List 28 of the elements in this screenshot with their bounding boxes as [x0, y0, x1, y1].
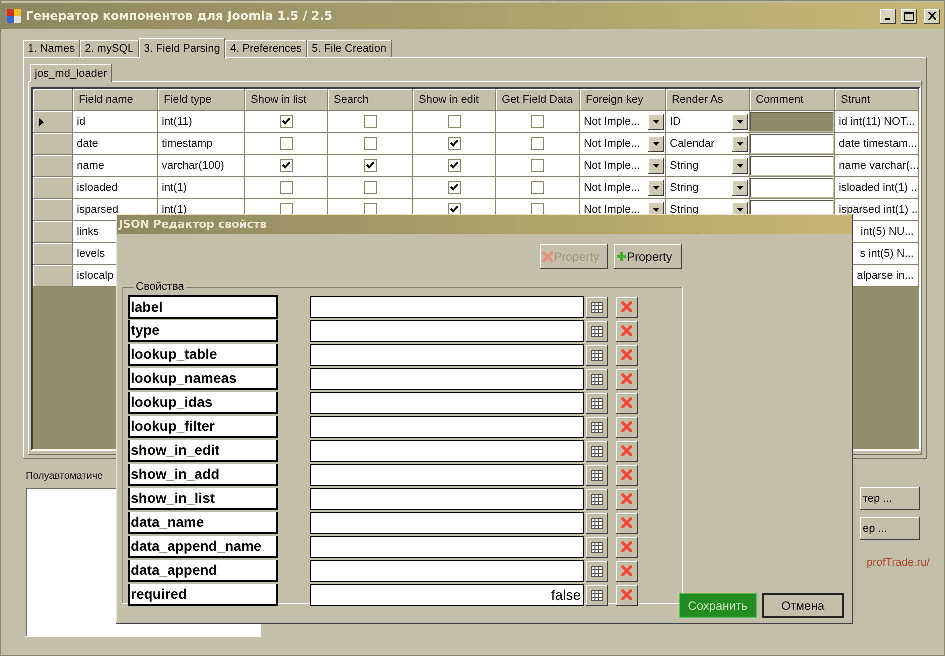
property-name: show_in_edit	[128, 440, 278, 462]
table-cell: isparsed int(1) ...	[835, 199, 919, 221]
table-cell: int(11)	[158, 111, 245, 133]
property-name: data_append	[128, 560, 278, 582]
section-label: Полуавтоматиче	[26, 471, 104, 482]
window-title: Генератор компонентов для Joomla 1.5 / 2.5	[26, 9, 334, 23]
table-cell: int(1)	[158, 177, 245, 199]
property-name: data_append_name	[128, 536, 278, 558]
property-name: label	[128, 295, 278, 319]
property-name: data_name	[128, 512, 278, 534]
table-cell: name varchar(...	[835, 155, 919, 177]
property-name: type	[128, 320, 278, 342]
table-cell: id	[73, 111, 158, 133]
property-name: lookup_filter	[128, 416, 278, 438]
table-cell: isloaded	[73, 177, 158, 199]
property-name: show_in_list	[128, 488, 278, 510]
property-name: required	[128, 584, 278, 606]
property-name: lookup_table	[128, 344, 278, 366]
property-name: lookup_idas	[128, 392, 278, 414]
property-name: show_in_add	[128, 464, 278, 486]
table-cell: date	[73, 133, 158, 155]
table-cell: isloaded int(1) ...	[835, 177, 919, 199]
table-cell: name	[73, 155, 158, 177]
table-cell: date timestam...	[835, 133, 919, 155]
table-cell: timestamp	[158, 133, 245, 155]
table-cell: id int(11) NOT...	[835, 111, 919, 133]
property-name: lookup_nameas	[128, 368, 278, 390]
table-cell: varchar(100)	[158, 155, 245, 177]
